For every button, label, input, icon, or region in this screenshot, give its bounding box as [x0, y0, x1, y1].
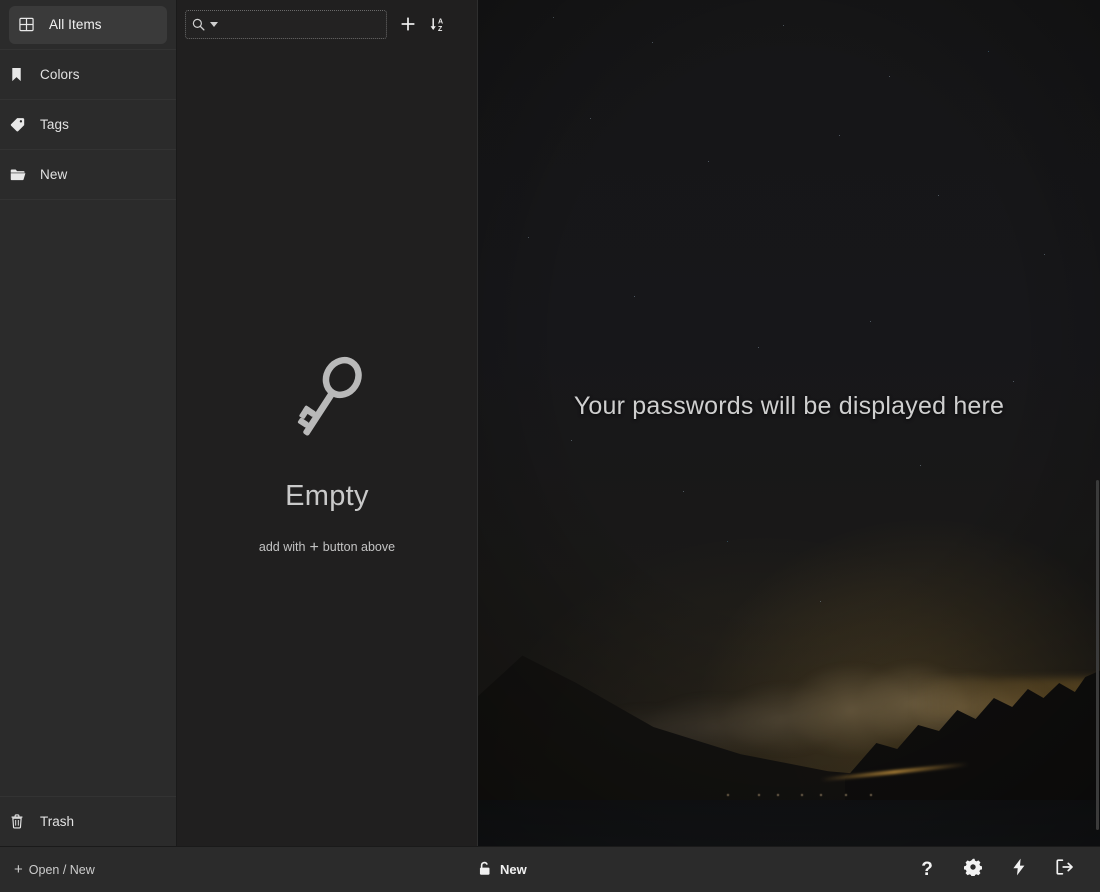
trash-icon: [10, 814, 32, 829]
sidebar-item-colors[interactable]: Colors: [0, 50, 176, 100]
tag-icon: [10, 117, 32, 132]
preview-panel: Your passwords will be displayed here: [478, 0, 1100, 846]
question-mark-icon: ?: [921, 860, 933, 879]
plus-icon: +: [309, 540, 318, 556]
empty-hint: add with + button above: [259, 539, 395, 555]
sidebar-item-all-items-inner[interactable]: All Items: [9, 6, 167, 44]
quick-action-button[interactable]: [1006, 857, 1032, 883]
unlock-icon: [478, 861, 492, 879]
lightning-bolt-icon: [1012, 858, 1026, 881]
sidebar-item-label: Trash: [40, 814, 74, 829]
sort-az-button[interactable]: A Z: [423, 9, 453, 39]
svg-text:A: A: [438, 18, 443, 25]
search-box[interactable]: [185, 10, 387, 39]
bookmark-icon: [10, 67, 32, 82]
empty-state: Empty add with + button above: [177, 48, 477, 846]
folder-icon: [10, 168, 32, 182]
entry-list-panel: A Z: [177, 0, 478, 846]
search-icon: [192, 18, 205, 31]
shore-lights: [478, 794, 1100, 802]
empty-hint-after: button above: [323, 540, 395, 554]
empty-title: Empty: [285, 480, 369, 513]
search-input[interactable]: [224, 17, 380, 31]
sidebar-item-label: Tags: [40, 117, 69, 132]
lock-database-button[interactable]: [1052, 857, 1078, 883]
gear-icon: [964, 858, 982, 881]
empty-hint-before: add with: [259, 540, 306, 554]
sidebar-item-label: Colors: [40, 67, 80, 82]
sidebar-item-label: New: [40, 167, 67, 182]
lake-layer: [478, 800, 1100, 846]
database-tab-label: New: [500, 862, 527, 877]
password-manager-window: All Items Colors: [0, 0, 1100, 892]
footer-actions: ?: [914, 857, 1100, 883]
chevron-down-icon[interactable]: [210, 22, 218, 27]
exit-icon: [1056, 859, 1074, 880]
add-entry-button[interactable]: [393, 9, 423, 39]
svg-text:Z: Z: [438, 26, 443, 33]
plus-icon: +: [14, 862, 23, 877]
database-tab-new[interactable]: New: [478, 861, 527, 879]
vertical-scrollbar[interactable]: [1096, 480, 1099, 830]
sidebar-nav-list: All Items Colors: [0, 0, 176, 796]
key-icon: [289, 353, 365, 454]
settings-button[interactable]: [960, 857, 986, 883]
sidebar-item-trash[interactable]: Trash: [0, 796, 176, 846]
grid-icon: [19, 17, 41, 32]
preview-caption: Your passwords will be displayed here: [478, 392, 1100, 421]
help-button[interactable]: ?: [914, 857, 940, 883]
footer-status-bar: + Open / New New ?: [0, 846, 1100, 892]
list-toolbar: A Z: [177, 0, 477, 48]
sidebar-item-all-items[interactable]: All Items: [0, 0, 176, 50]
sidebar-item-new[interactable]: New: [0, 150, 176, 200]
main-body: All Items Colors: [0, 0, 1100, 846]
open-new-label: Open / New: [29, 863, 95, 877]
sidebar-item-tags[interactable]: Tags: [0, 100, 176, 150]
sidebar-item-label: All Items: [49, 17, 102, 32]
open-new-button[interactable]: + Open / New: [0, 862, 95, 877]
background-landscape-image: [478, 0, 1100, 846]
sidebar: All Items Colors: [0, 0, 177, 846]
